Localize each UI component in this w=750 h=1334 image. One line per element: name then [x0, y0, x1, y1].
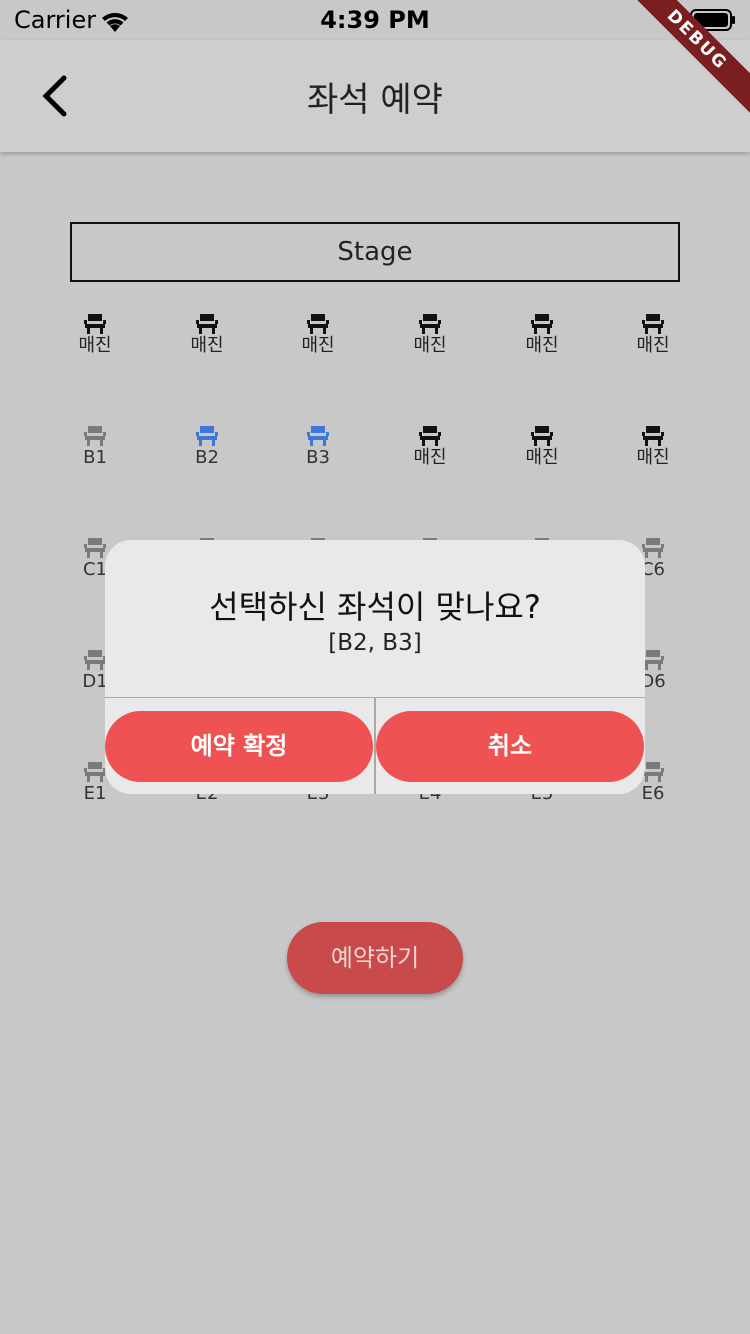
seat-B2[interactable]: B2: [162, 425, 252, 485]
seat-icon: [84, 426, 106, 446]
reserve-button[interactable]: 예약하기: [287, 922, 463, 994]
seat-label: B2: [195, 447, 219, 468]
confirm-reservation-button[interactable]: 예약 확정: [105, 711, 373, 782]
seat-A6: 매진: [608, 313, 698, 373]
seat-A4: 매진: [385, 313, 475, 373]
clock: 4:39 PM: [320, 6, 430, 34]
seat-icon: [419, 314, 441, 334]
seat-label: 매진: [190, 335, 224, 356]
seat-label: 매진: [525, 447, 559, 468]
seat-label: 매진: [636, 335, 670, 356]
seat-icon: [419, 426, 441, 446]
seat-A2: 매진: [162, 313, 252, 373]
seat-icon: [196, 426, 218, 446]
seat-B3[interactable]: B3: [273, 425, 363, 485]
seat-icon: [642, 538, 664, 558]
seat-label: 매진: [525, 335, 559, 356]
seat-icon: [196, 314, 218, 334]
seat-B5: 매진: [497, 425, 587, 485]
seat-icon: [642, 426, 664, 446]
seat-icon: [84, 538, 106, 558]
dialog-selected-seats: [B2, B3]: [328, 630, 422, 656]
seat-label: 매진: [413, 447, 447, 468]
page-title: 좌석 예약: [307, 80, 443, 120]
stage-label: Stage: [70, 222, 680, 282]
seat-label: 매진: [636, 447, 670, 468]
seat-A3: 매진: [273, 313, 363, 373]
seat-label: 매진: [301, 335, 335, 356]
seat-icon: [642, 314, 664, 334]
seat-B6: 매진: [608, 425, 698, 485]
cancel-button[interactable]: 취소: [376, 711, 644, 782]
seat-icon: [531, 314, 553, 334]
app-bar: 좌석 예약: [0, 40, 750, 152]
seat-label: B1: [83, 447, 107, 468]
seat-icon: [531, 426, 553, 446]
seat-icon: [84, 314, 106, 334]
seat-label: 매진: [78, 335, 112, 356]
seat-icon: [307, 314, 329, 334]
seat-label: B3: [306, 447, 330, 468]
seat-A5: 매진: [497, 313, 587, 373]
seat-B4: 매진: [385, 425, 475, 485]
seat-icon: [307, 426, 329, 446]
seat-A1: 매진: [50, 313, 140, 373]
dialog-title: 선택하신 좌석이 맞나요?: [209, 588, 541, 626]
confirm-dialog: 선택하신 좌석이 맞나요? [B2, B3] 예약 확정 취소: [105, 540, 645, 794]
status-bar: Carrier 4:39 PM: [0, 0, 750, 40]
seat-B1[interactable]: B1: [50, 425, 140, 485]
seat-label: 매진: [413, 335, 447, 356]
